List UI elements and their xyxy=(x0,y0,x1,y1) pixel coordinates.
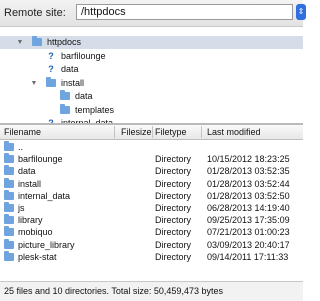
remote-path-dropdown-button[interactable]: ⇕ xyxy=(296,4,306,20)
file-type: Directory xyxy=(155,227,192,238)
file-name: library xyxy=(18,215,43,226)
tree-item[interactable]: ▼ install xyxy=(0,76,303,90)
folder-icon xyxy=(4,189,14,200)
tree-item-label: httpdocs xyxy=(47,37,82,47)
tree-item[interactable]: data xyxy=(0,90,303,103)
file-row[interactable]: .. xyxy=(0,141,303,153)
file-type: Directory xyxy=(155,215,192,226)
disclosure-triangle-icon[interactable]: ▼ xyxy=(16,36,24,49)
file-name: barfilounge xyxy=(18,154,63,165)
file-name: picture_library xyxy=(18,239,75,250)
remote-path-input[interactable] xyxy=(76,4,293,20)
column-divider[interactable] xyxy=(201,126,202,138)
tree-item-label: install xyxy=(61,77,85,88)
file-name: data xyxy=(18,166,36,177)
file-last-modified: 01/28/2013 03:52:50 xyxy=(207,190,290,201)
file-type: Directory xyxy=(155,154,192,165)
file-row[interactable]: js Directory 06/28/2013 14:19:40 xyxy=(0,202,303,214)
folder-icon xyxy=(4,153,14,164)
file-row[interactable]: data Directory 01/28/2013 03:52:35 xyxy=(0,165,303,177)
tree-item[interactable]: ▼ httpdocs xyxy=(0,36,303,49)
folder-icon xyxy=(60,103,70,114)
column-filename[interactable]: Filename xyxy=(4,127,41,137)
file-last-modified: 07/21/2013 01:00:23 xyxy=(207,227,290,238)
tree-item-label: templates xyxy=(75,104,115,115)
file-row[interactable]: picture_library Directory 03/09/2013 20:40… xyxy=(0,238,303,251)
file-type: Directory xyxy=(155,190,192,201)
folder-icon xyxy=(32,36,42,46)
remote-file-list[interactable]: .. barfilounge Directory 10/15/2012 18:23:2… xyxy=(0,140,303,281)
file-type: Directory xyxy=(155,178,192,189)
file-list-header: Filename Filesize Filetype Last modified xyxy=(0,125,303,140)
folder-icon xyxy=(4,226,14,237)
folder-icon xyxy=(46,76,56,87)
file-name: mobiquo xyxy=(18,227,53,238)
file-row[interactable]: internal_data Directory 01/28/2013 03:52:5… xyxy=(0,189,303,202)
file-name: internal_data xyxy=(18,190,71,201)
file-last-modified: 01/28/2013 03:52:44 xyxy=(207,178,290,189)
status-text: 25 files and 10 directories. Total size:… xyxy=(4,286,223,296)
folder-icon xyxy=(4,141,14,151)
question-mark-icon: ? xyxy=(48,50,54,61)
folder-icon xyxy=(4,202,14,212)
file-row[interactable]: install Directory 01/28/2013 03:52:44 xyxy=(0,177,303,190)
column-last-modified[interactable]: Last modified xyxy=(207,127,261,137)
file-name: .. xyxy=(18,142,24,152)
tree-row-scrolled xyxy=(45,27,48,33)
tree-item-label: barfilounge xyxy=(61,50,106,61)
status-bar: 25 files and 10 directories. Total size:… xyxy=(0,281,303,301)
tree-item[interactable]: ? barfilounge xyxy=(0,50,303,63)
file-row[interactable]: barfilounge Directory 10/15/2012 18:23:25 xyxy=(0,153,303,165)
file-last-modified: 10/15/2012 18:23:25 xyxy=(207,154,290,165)
file-row[interactable]: plesk-stat Directory 09/14/2011 17:11:33 xyxy=(0,250,303,263)
file-row[interactable]: library Directory 09/25/2013 17:35:09 xyxy=(0,214,303,226)
tree-item-label: data xyxy=(75,91,93,101)
file-type: Directory xyxy=(155,166,192,177)
folder-icon xyxy=(4,250,14,261)
folder-icon xyxy=(4,214,14,225)
file-name: install xyxy=(18,178,42,189)
column-divider[interactable] xyxy=(152,126,153,138)
question-mark-icon: ? xyxy=(48,64,54,74)
folder-icon xyxy=(4,177,14,188)
column-divider[interactable] xyxy=(114,126,115,138)
remote-site-bar: Remote site: ⇕ xyxy=(0,0,306,27)
tree-item[interactable]: templates xyxy=(0,103,303,117)
file-name: js xyxy=(18,203,25,213)
file-type: Directory xyxy=(155,203,192,213)
file-row[interactable]: mobiquo Directory 07/21/2013 01:00:23 xyxy=(0,226,303,238)
folder-icon xyxy=(4,238,14,249)
file-last-modified: 09/14/2011 17:11:33 xyxy=(207,251,289,262)
file-type: Directory xyxy=(155,239,192,250)
remote-directory-tree[interactable]: ▼ httpdocs? barfilounge? data ▼ install data te… xyxy=(0,27,303,123)
disclosure-triangle-icon[interactable]: ▼ xyxy=(30,77,38,90)
file-last-modified: 06/28/2013 14:19:40 xyxy=(207,203,290,213)
remote-site-label: Remote site: xyxy=(4,7,66,19)
column-filesize[interactable]: Filesize xyxy=(121,127,152,137)
folder-icon xyxy=(4,165,14,176)
file-last-modified: 03/09/2013 20:40:17 xyxy=(207,239,290,250)
tree-item[interactable]: ? data xyxy=(0,63,303,76)
file-name: plesk-stat xyxy=(18,251,57,262)
file-last-modified: 09/25/2013 17:35:09 xyxy=(207,215,290,226)
file-last-modified: 01/28/2013 03:52:35 xyxy=(207,166,290,177)
tree-item-label: data xyxy=(61,64,79,74)
folder-icon xyxy=(60,90,70,100)
column-filetype[interactable]: Filetype xyxy=(155,127,187,137)
file-type: Directory xyxy=(155,251,192,262)
